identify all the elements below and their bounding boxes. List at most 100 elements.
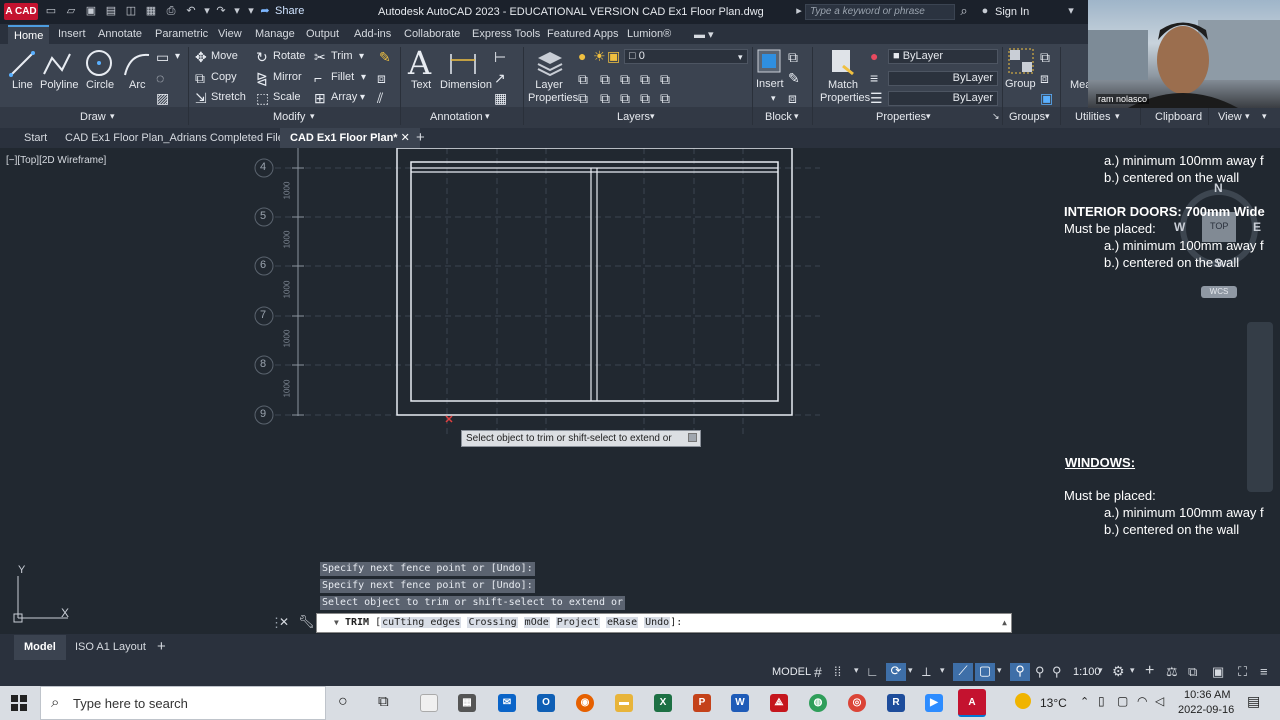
auto-scale-icon[interactable]: ⚲ xyxy=(1035,664,1045,680)
clock-time[interactable]: 10:36 AM xyxy=(1184,689,1230,701)
view-panel-expand-icon[interactable]: ▾ xyxy=(1245,111,1250,122)
snap-icon[interactable]: ⁞⁞ xyxy=(834,664,841,679)
panel-groups-label[interactable]: Groups xyxy=(1009,111,1045,123)
object-snap-icon[interactable]: ▢ xyxy=(975,663,995,681)
erase-icon[interactable]: ✎ xyxy=(379,50,391,64)
panel-draw-label[interactable]: Draw xyxy=(80,111,106,123)
undo-icon[interactable]: ↶ xyxy=(184,4,198,18)
trim-button[interactable]: Trim xyxy=(331,50,353,62)
customize-command-icon[interactable]: 🔧︎ xyxy=(298,614,315,630)
tab-parametric[interactable]: Parametric xyxy=(155,28,208,40)
signin-dropdown-icon[interactable]: ▾ xyxy=(1064,4,1078,18)
panel-block-label[interactable]: Block xyxy=(765,111,792,123)
mirror-button[interactable]: Mirror xyxy=(273,71,302,83)
ungroup-icon[interactable]: ⧉ xyxy=(1040,50,1050,64)
match-properties-button[interactable]: Match Properties xyxy=(820,79,870,105)
panel-annotation-label[interactable]: Annotation xyxy=(430,111,483,123)
layer-properties-icon[interactable] xyxy=(536,48,564,76)
save-icon[interactable]: ▣ xyxy=(84,4,98,18)
layer-tool-7-icon[interactable]: ⧉ xyxy=(600,91,610,105)
utilities-panel-expand-icon[interactable]: ▾ xyxy=(1115,111,1120,122)
layer-bulb-icon[interactable]: ● xyxy=(578,49,586,63)
tab-insert[interactable]: Insert xyxy=(58,28,86,40)
leader-icon[interactable]: ↗ xyxy=(494,71,506,85)
save-as-icon[interactable]: ▤ xyxy=(104,4,118,18)
snap-dropdown-icon[interactable]: ▾ xyxy=(854,665,859,676)
move-button[interactable]: Move xyxy=(211,50,238,62)
match-properties-icon[interactable] xyxy=(829,48,855,76)
autocad-app-icon[interactable]: A CAD xyxy=(4,3,38,20)
panel-utilities-label[interactable]: Utilities xyxy=(1075,111,1110,123)
ribbon-minimize-icon[interactable]: ▬ ▾ xyxy=(694,28,714,41)
block-attribute-icon[interactable]: ⧈ xyxy=(788,91,797,105)
quick-properties-icon[interactable]: ⧉ xyxy=(1188,664,1197,680)
object-snap-tracking-icon[interactable]: ⟋ xyxy=(953,663,973,681)
tab-annotate[interactable]: Annotate xyxy=(98,28,142,40)
share-icon[interactable]: ➦ xyxy=(258,4,272,18)
model-space-toggle[interactable]: MODEL xyxy=(772,666,811,678)
new-layout-icon[interactable]: + xyxy=(157,638,166,655)
tab-add-ins[interactable]: Add-ins xyxy=(354,28,391,40)
trim-icon[interactable]: ✂ xyxy=(314,50,326,64)
layer-tool-8-icon[interactable]: ⧉ xyxy=(620,91,630,105)
command-option-project[interactable]: Project xyxy=(555,617,600,628)
tab-model[interactable]: Model xyxy=(14,635,66,660)
cloud-save-icon[interactable]: ▦ xyxy=(144,4,158,18)
word-icon[interactable]: W xyxy=(731,694,749,712)
sign-in-button[interactable]: Sign In xyxy=(995,6,1029,18)
group-icon[interactable] xyxy=(1008,48,1034,74)
close-tab-icon[interactable]: ✕ xyxy=(401,132,410,144)
table-icon[interactable]: ▦ xyxy=(494,91,507,105)
cortana-icon[interactable]: ○ xyxy=(338,693,348,711)
new-icon[interactable]: ▭ xyxy=(44,4,58,18)
file-icon[interactable] xyxy=(420,694,438,712)
drawing-canvas[interactable]: [−][Top][2D Wireframe] 4 5 6 7 8 9 1000 … xyxy=(0,148,1280,634)
tab-lumion[interactable]: Lumion® xyxy=(627,28,671,40)
scale-button[interactable]: Scale xyxy=(273,91,301,103)
group-select-icon[interactable]: ▣ xyxy=(1040,91,1053,105)
layer-lock-icon[interactable]: ▣ xyxy=(607,49,620,63)
zoom-icon[interactable]: ▶ xyxy=(925,694,943,712)
layer-tool-10-icon[interactable]: ⧉ xyxy=(660,91,670,105)
lineweight-select[interactable]: ByLayer xyxy=(888,71,998,86)
layer-tool-3-icon[interactable]: ⧉ xyxy=(620,72,630,86)
new-tab-icon[interactable]: + xyxy=(416,129,425,146)
hatch-icon[interactable]: ◌ xyxy=(156,71,164,85)
layer-tool-2-icon[interactable]: ⧉ xyxy=(600,72,610,86)
layer-tool-9-icon[interactable]: ⧉ xyxy=(640,91,650,105)
lineweight-icon[interactable]: ≡ xyxy=(870,71,878,85)
file-explorer-icon[interactable]: ▬ xyxy=(615,694,633,712)
search-icon[interactable]: ⌕ xyxy=(957,4,971,18)
dimension-button[interactable]: Dimension xyxy=(440,79,492,91)
tooltip-input-icon[interactable] xyxy=(688,433,697,442)
scale-dropdown-icon[interactable]: ▾ xyxy=(1098,665,1103,676)
annotation-visibility-icon[interactable]: ⚲ xyxy=(1010,663,1030,681)
array-dropdown-icon[interactable]: ▾ xyxy=(360,91,365,105)
revit-icon[interactable]: R xyxy=(887,694,905,712)
copy-button[interactable]: Copy xyxy=(211,71,237,83)
panel-layers-label[interactable]: Layers xyxy=(617,111,650,123)
insert-button[interactable]: Insert xyxy=(756,78,784,90)
annotation-scale-icon[interactable]: ⚲ xyxy=(1052,664,1062,680)
groups-panel-expand-icon[interactable]: ▾ xyxy=(1045,111,1050,122)
trim-dropdown-icon[interactable]: ▾ xyxy=(359,50,364,64)
viewcube-west[interactable]: W xyxy=(1174,220,1185,234)
line-button[interactable]: Line xyxy=(12,79,33,91)
windows-start-icon[interactable] xyxy=(11,695,27,711)
file-tab-completed[interactable]: CAD Ex1 Floor Plan_Adrians Completed Fil… xyxy=(65,132,288,144)
scale-icon[interactable]: ⬚ xyxy=(256,91,269,105)
command-history-toggle-icon[interactable]: ▲ xyxy=(1002,614,1007,632)
move-icon[interactable]: ✥ xyxy=(195,50,207,64)
arc-icon[interactable] xyxy=(122,50,152,78)
powerpoint-icon[interactable]: P xyxy=(693,694,711,712)
command-option-undo[interactable]: Undo xyxy=(644,617,671,628)
firefox-icon[interactable]: ◉ xyxy=(576,694,594,712)
linetype-icon[interactable]: ☰ xyxy=(870,91,883,105)
array-button[interactable]: Array xyxy=(331,91,357,103)
rectangle-icon[interactable]: ▭ xyxy=(156,50,169,64)
panel-view-label[interactable]: View xyxy=(1218,111,1242,123)
command-line-input[interactable]: ▼ TRIM [cuTting edges Crossing mOde Proj… xyxy=(316,613,1012,633)
insert-block-icon[interactable] xyxy=(756,48,782,74)
text-icon[interactable]: A xyxy=(408,44,431,82)
customize-status-icon[interactable]: ≡ xyxy=(1260,664,1268,679)
